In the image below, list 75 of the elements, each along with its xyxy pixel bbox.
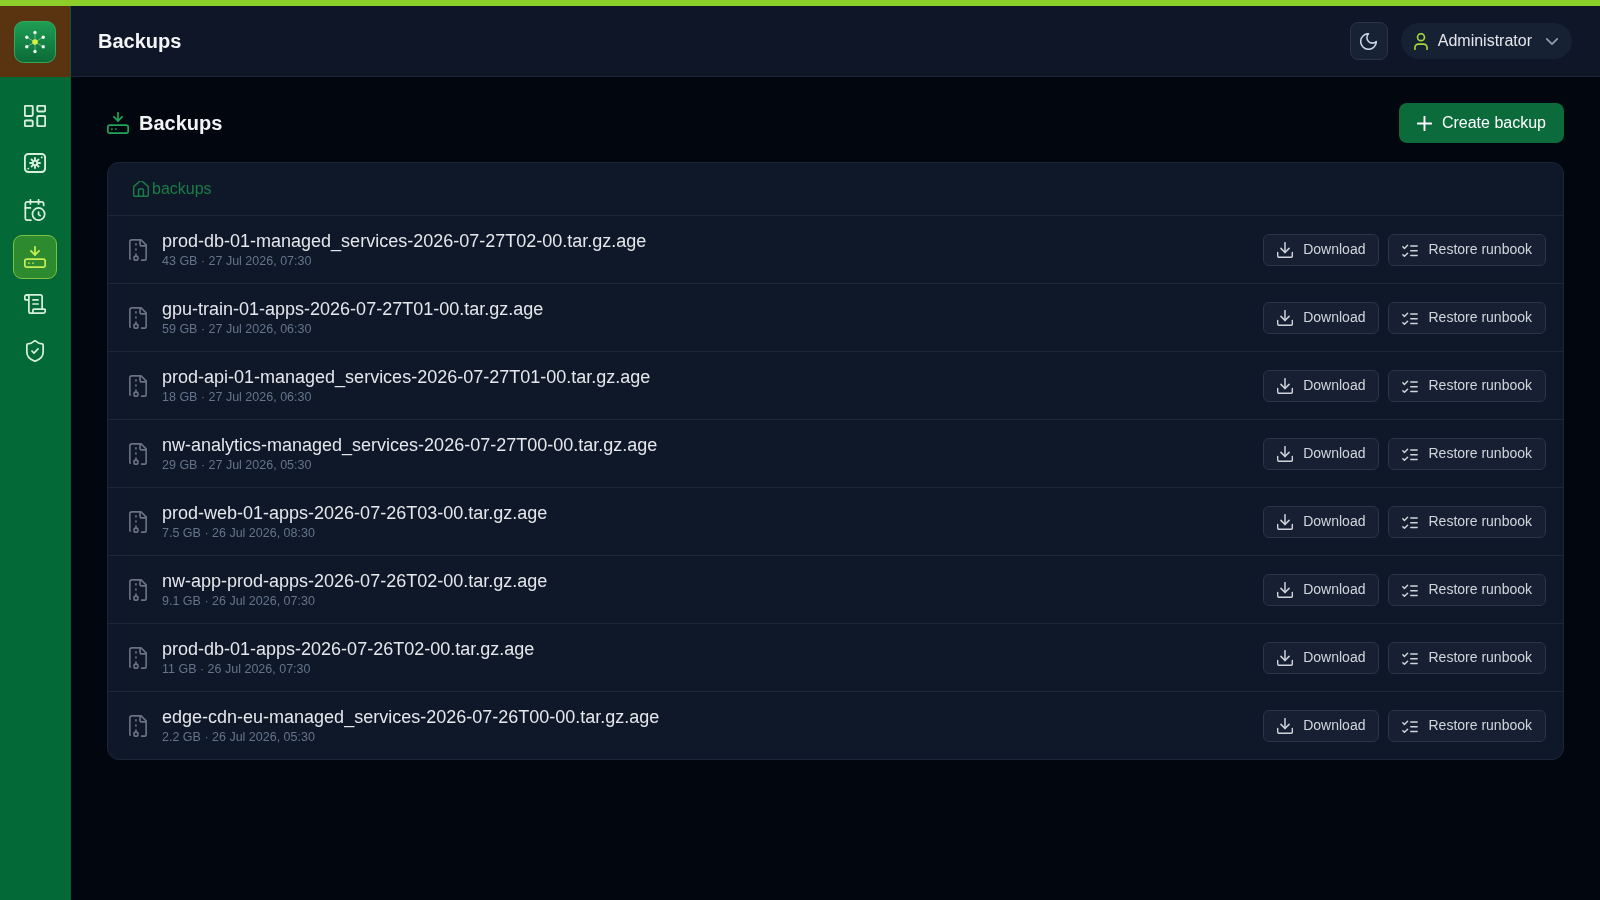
download-icon	[1277, 241, 1294, 258]
file-name: edge-cdn-eu-managed_services-2026-07-26T00-00.tar.gz.age	[162, 705, 660, 729]
checklist-icon	[1402, 242, 1419, 257]
download-button[interactable]: Download	[1263, 573, 1380, 606]
archive-file-icon	[129, 442, 147, 465]
user-icon	[1413, 32, 1428, 50]
plus-icon	[1416, 115, 1432, 131]
restore-runbook-button[interactable]: Restore runbook	[1388, 369, 1546, 402]
download-icon	[1277, 377, 1294, 394]
checklist-icon	[1402, 378, 1419, 393]
archive-file-icon	[129, 510, 147, 533]
file-name: prod-web-01-apps-2026-07-26T03-00.tar.gz.age	[162, 501, 548, 525]
file-details: 59 GB · 27 Jul 2026, 06:30	[162, 320, 312, 338]
file-name: nw-analytics-managed_services-2026-07-27T00-00.tar.gz.age	[162, 433, 658, 457]
file-details: 29 GB · 27 Jul 2026, 05:30	[162, 456, 312, 474]
dashboard-grid-icon	[24, 105, 46, 127]
archive-file-icon	[129, 238, 147, 261]
restore-runbook-button[interactable]: Restore runbook	[1388, 573, 1546, 606]
file-details: 9.1 GB · 26 Jul 2026, 07:30	[162, 592, 315, 610]
page-heading: Backups	[139, 111, 223, 135]
download-button[interactable]: Download	[1263, 641, 1380, 674]
checklist-icon	[1402, 650, 1419, 665]
file-details: 7.5 GB · 26 Jul 2026, 08:30	[162, 524, 315, 542]
restore-runbook-button[interactable]: Restore runbook	[1388, 437, 1546, 470]
download-button[interactable]: Download	[1263, 233, 1380, 266]
download-icon	[1277, 717, 1294, 734]
download-button[interactable]: Download	[1263, 369, 1380, 402]
restore-runbook-button[interactable]: Restore runbook	[1388, 709, 1546, 742]
restore-runbook-button[interactable]: Restore runbook	[1388, 301, 1546, 334]
download-icon	[1277, 445, 1294, 462]
sidebar-nav-item[interactable]	[13, 235, 57, 279]
archive-file-icon	[129, 306, 147, 329]
checklist-icon	[1402, 310, 1419, 325]
download-button[interactable]: Download	[1263, 301, 1380, 334]
moon-icon	[1360, 32, 1378, 50]
checklist-icon	[1402, 582, 1419, 597]
archive-file-icon	[129, 714, 147, 737]
download-icon	[1277, 513, 1294, 530]
archive-file-icon	[129, 578, 147, 601]
file-name: prod-db-01-apps-2026-07-26T02-00.tar.gz.age	[162, 637, 535, 661]
chevron-down-icon	[1546, 37, 1558, 45]
gear-panel-icon	[24, 152, 46, 174]
archive-file-icon	[129, 646, 147, 669]
download-button[interactable]: Download	[1263, 505, 1380, 538]
restore-runbook-button[interactable]: Restore runbook	[1388, 505, 1546, 538]
file-name: gpu-train-01-apps-2026-07-27T01-00.tar.gz.age	[162, 297, 544, 321]
scroll-icon	[24, 293, 46, 315]
archive-file-icon	[129, 374, 147, 397]
file-details: 2.2 GB · 26 Jul 2026, 05:30	[162, 728, 315, 746]
download-icon	[1277, 649, 1294, 666]
download-icon	[1277, 309, 1294, 326]
checklist-icon	[1402, 514, 1419, 529]
drive-download-icon	[107, 112, 129, 134]
checklist-icon	[1402, 446, 1419, 461]
file-details: 11 GB · 26 Jul 2026, 07:30	[162, 660, 311, 678]
download-button[interactable]: Download	[1263, 437, 1380, 470]
file-details: 43 GB · 27 Jul 2026, 07:30	[162, 252, 312, 270]
home-icon	[133, 181, 149, 197]
file-name: nw-app-prod-apps-2026-07-26T02-00.tar.gz.age	[162, 569, 548, 593]
create-backup-button[interactable]: Create backup	[1398, 103, 1564, 143]
file-details: 18 GB · 27 Jul 2026, 06:30	[162, 388, 312, 406]
theme-toggle-button[interactable]	[1349, 22, 1388, 60]
download-button[interactable]: Download	[1263, 709, 1380, 742]
calendar-clock-icon	[24, 199, 46, 221]
header-title: Backups	[98, 29, 182, 53]
download-icon	[1277, 581, 1294, 598]
drive-download-icon	[24, 246, 46, 268]
restore-runbook-button[interactable]: Restore runbook	[1388, 641, 1546, 674]
shield-check-icon	[24, 340, 46, 362]
checklist-icon	[1402, 718, 1419, 733]
file-name: prod-api-01-managed_services-2026-07-27T01-00.tar.gz.age	[162, 365, 651, 389]
restore-runbook-button[interactable]: Restore runbook	[1388, 233, 1546, 266]
logo-icon	[14, 20, 56, 63]
file-name: prod-db-01-managed_services-2026-07-27T02-00.tar.gz.age	[162, 229, 647, 253]
user-menu-button[interactable]: Administrator	[1400, 23, 1572, 59]
